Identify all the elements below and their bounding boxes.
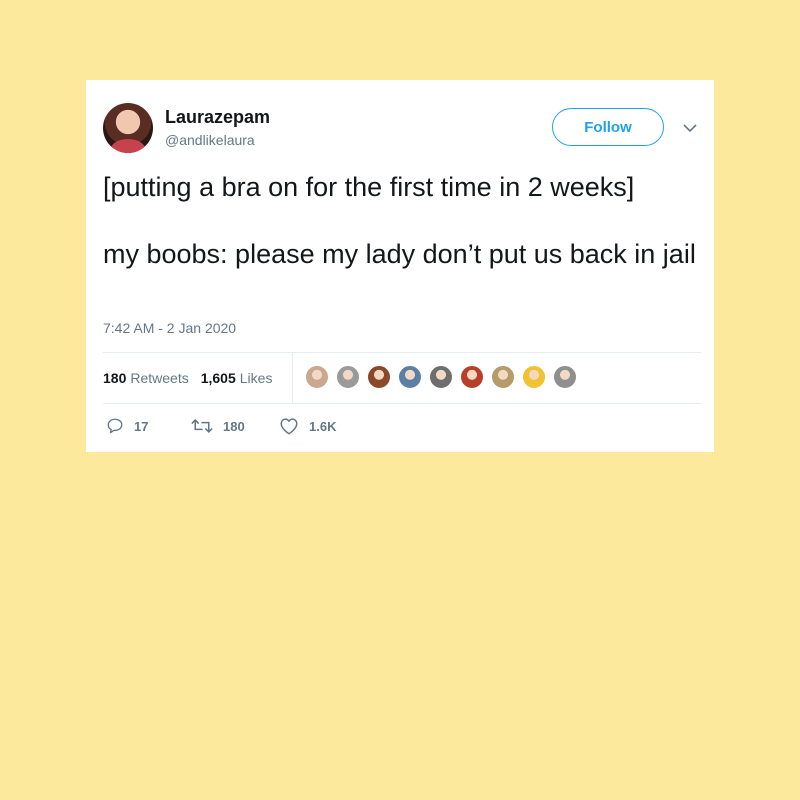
reply-count: 17 (134, 418, 149, 434)
retweet-button[interactable]: 180 (191, 417, 279, 435)
tweet-stats: 180 Retweets 1,605 Likes (103, 369, 272, 387)
divider (103, 403, 701, 404)
heart-icon (280, 418, 298, 435)
like-count: 1.6K (309, 418, 337, 434)
retweet-icon (191, 419, 213, 433)
user-handle[interactable]: @andlikelaura (165, 132, 255, 148)
action-bar: 17 180 1.6K (106, 417, 336, 435)
like-button[interactable]: 1.6K (279, 417, 336, 435)
avatar[interactable] (103, 103, 153, 153)
liker-avatar[interactable] (429, 365, 453, 389)
tweet-text: [putting a bra on for the first time in … (103, 170, 703, 271)
liker-avatar[interactable] (460, 365, 484, 389)
likes-label[interactable]: Likes (240, 370, 273, 386)
liker-avatar[interactable] (553, 365, 577, 389)
liker-avatar[interactable] (398, 365, 422, 389)
tweet-card: Laurazepam @andlikelaura Follow [putting… (86, 80, 714, 452)
liker-avatar[interactable] (491, 365, 515, 389)
retweets-count[interactable]: 180 (103, 370, 126, 386)
stats-separator (292, 353, 293, 403)
retweets-label[interactable]: Retweets (130, 370, 188, 386)
liker-avatars (305, 365, 584, 389)
tweet-line-1: [putting a bra on for the first time in … (103, 172, 635, 202)
liker-avatar[interactable] (305, 365, 329, 389)
chevron-down-icon[interactable] (682, 120, 698, 136)
reply-icon (107, 418, 123, 434)
display-name[interactable]: Laurazepam (165, 107, 270, 128)
likes-count[interactable]: 1,605 (201, 370, 236, 386)
retweet-count: 180 (223, 418, 245, 434)
divider (103, 352, 701, 353)
reply-button[interactable]: 17 (106, 417, 191, 435)
timestamp[interactable]: 7:42 AM - 2 Jan 2020 (103, 320, 236, 336)
follow-button[interactable]: Follow (552, 108, 664, 146)
tweet-line-2: my boobs: please my lady don’t put us ba… (103, 239, 696, 269)
liker-avatar[interactable] (336, 365, 360, 389)
liker-avatar[interactable] (367, 365, 391, 389)
liker-avatar[interactable] (522, 365, 546, 389)
